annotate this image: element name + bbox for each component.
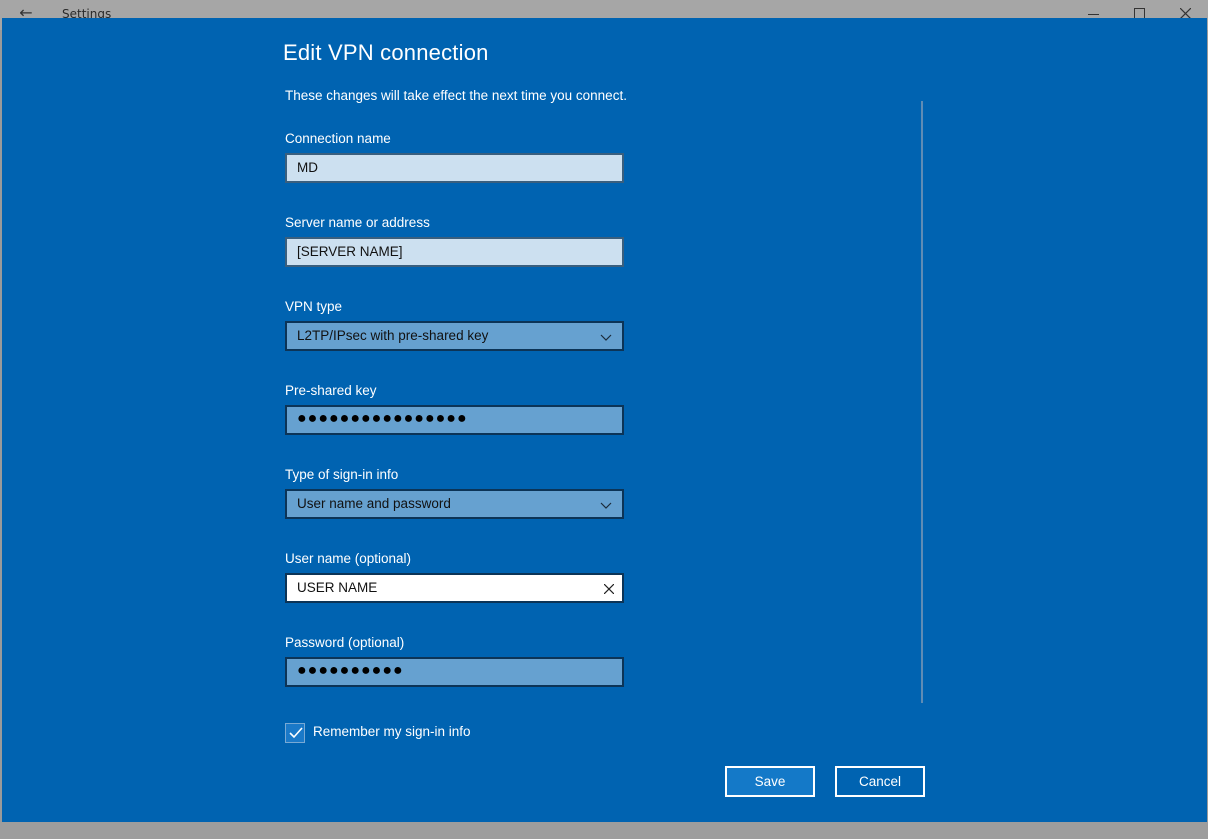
connection-name-value: MD [297,160,318,175]
cancel-button[interactable]: Cancel [835,766,925,797]
clear-text-icon[interactable] [603,582,615,597]
password-field[interactable]: ●●●●●●●●●● [285,657,624,687]
remember-checkbox[interactable] [285,723,305,743]
server-label: Server name or address [285,215,430,230]
preshared-key-label: Pre-shared key [285,383,377,398]
preshared-key-field[interactable]: ●●●●●●●●●●●●●●●● [285,405,624,435]
connection-name-label: Connection name [285,131,391,146]
signin-type-value: User name and password [297,496,451,511]
username-field[interactable]: USER NAME [285,573,624,603]
edit-vpn-dialog: Edit VPN connection These changes will t… [2,18,1207,822]
dialog-title: Edit VPN connection [283,40,489,65]
remember-label[interactable]: Remember my sign-in info [313,724,471,739]
password-label: Password (optional) [285,635,405,650]
server-value: [SERVER NAME] [297,244,403,259]
connection-name-field[interactable]: MD [285,153,624,183]
background-strip [0,822,1208,839]
vpn-type-dropdown[interactable]: L2TP/IPsec with pre-shared key [285,321,624,351]
vpn-type-value: L2TP/IPsec with pre-shared key [297,328,489,343]
vpn-type-label: VPN type [285,299,343,314]
chevron-down-icon [600,498,612,513]
preshared-key-value: ●●●●●●●●●●●●●●●● [297,410,468,427]
save-button[interactable]: Save [725,766,815,797]
server-field[interactable]: [SERVER NAME] [285,237,624,267]
scrollbar[interactable] [921,101,923,703]
signin-type-label: Type of sign-in info [285,467,399,482]
signin-type-dropdown[interactable]: User name and password [285,489,624,519]
password-value: ●●●●●●●●●● [297,662,404,679]
dialog-subtitle: These changes will take effect the next … [285,88,627,103]
username-value: USER NAME [297,580,378,595]
chevron-down-icon [600,330,612,345]
username-label: User name (optional) [285,551,412,566]
